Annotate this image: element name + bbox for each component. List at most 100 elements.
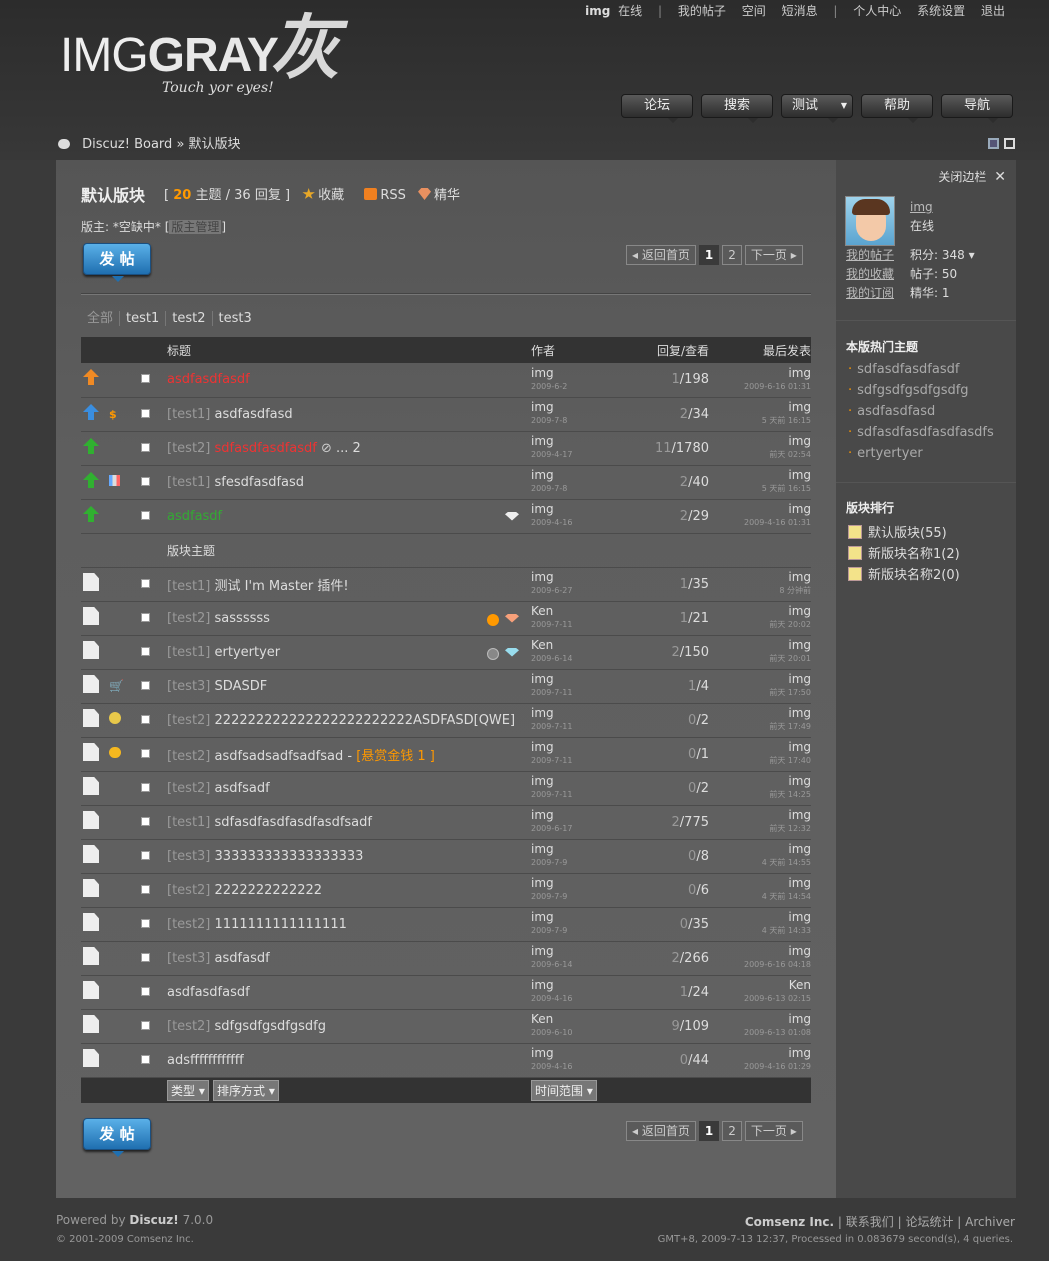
type-test1[interactable]: test1 <box>120 311 167 326</box>
thread-checkbox[interactable] <box>141 408 150 418</box>
thread-checkbox[interactable] <box>141 850 150 860</box>
table-row[interactable]: adsffffffffffff img 2009-4-16 0/44 img 2009-4… <box>81 1043 811 1078</box>
sidebar-username[interactable]: img <box>910 200 933 214</box>
footer-contact[interactable]: 联系我们 <box>846 1215 894 1229</box>
table-row[interactable]: [test1] 测试 I'm Master 插件! img 2009-6-27 1/3… <box>81 567 811 602</box>
last-post-time[interactable]: 前天 17:40 <box>711 754 811 767</box>
thread-type[interactable]: [test2] <box>167 713 210 728</box>
last-post-time[interactable]: 5 天前 16:15 <box>711 482 811 495</box>
hot-thread[interactable]: · asdfasdfasd <box>848 404 935 419</box>
thread-checkbox[interactable] <box>141 510 150 520</box>
filter-range[interactable]: 时间范围 ▾ <box>531 1079 597 1101</box>
thread-type[interactable]: [test2] <box>167 1019 210 1034</box>
thread-type[interactable]: [test2] <box>167 749 210 764</box>
thread-checkbox[interactable] <box>141 374 150 384</box>
forum-rank-item[interactable]: 新版块名称1(2) <box>848 543 960 562</box>
thread-author[interactable]: img <box>531 706 554 720</box>
thread-checkbox[interactable] <box>141 714 150 724</box>
thread-author[interactable]: Ken <box>531 604 553 618</box>
thread-title[interactable]: sdfasdfasdfasdfasdfsadf <box>215 815 372 830</box>
thread-author[interactable]: img <box>531 502 554 516</box>
thread-checkbox[interactable] <box>141 646 150 656</box>
thread-title[interactable]: 2222222222222 <box>215 883 323 898</box>
type-all[interactable]: 全部 <box>87 311 121 326</box>
hot-thread[interactable]: · sdfasdfasdfasdfasdfs <box>848 425 994 440</box>
table-row[interactable]: [test1] sdfasdfasdfasdfasdfsadf img 2009-6… <box>81 805 811 840</box>
last-post-time[interactable]: 4 天前 14:54 <box>711 890 811 903</box>
thread-title[interactable]: sassssss <box>215 611 270 626</box>
link-user-center[interactable]: 个人中心 <box>853 4 901 18</box>
filter-order[interactable]: 排序方式 ▾ <box>213 1079 279 1101</box>
link-my-posts[interactable]: 我的帖子 <box>678 4 726 18</box>
thread-title[interactable]: asdfasdfasdf <box>167 985 250 1000</box>
last-post-time[interactable]: 前天 14:25 <box>711 788 811 801</box>
digest-link[interactable]: 精华 <box>434 188 460 203</box>
thread-checkbox[interactable] <box>141 918 150 928</box>
thread-author[interactable]: img <box>531 876 554 890</box>
thread-title[interactable]: 测试 I'm Master 插件! <box>215 579 349 594</box>
thread-type[interactable]: [test2] <box>167 781 210 796</box>
filter-type[interactable]: 类型 ▾ <box>167 1079 209 1101</box>
thread-type[interactable]: [test1] <box>167 475 210 490</box>
last-post-time[interactable]: 2009-6-16 04:18 <box>711 958 811 971</box>
thread-title[interactable]: asdfasdf <box>167 509 222 524</box>
table-row[interactable]: [test2] 2222222222222 img 2009-7-9 0/6 img 4 … <box>81 873 811 908</box>
narrow-layout-icon[interactable] <box>988 138 999 149</box>
thread-checkbox[interactable] <box>141 578 150 588</box>
table-row[interactable]: [test2] 1111111111111111 img 2009-7-9 0/35 i… <box>81 907 811 942</box>
sidebar-link-posts[interactable]: 我的帖子 <box>846 246 894 263</box>
nav-help[interactable]: 帮助 <box>861 94 933 123</box>
thread-title[interactable]: sdfasdfasdfasdf <box>215 441 317 456</box>
last-post-time[interactable]: 4 天前 14:33 <box>711 924 811 937</box>
thread-author[interactable]: Ken <box>531 638 553 652</box>
wide-layout-icon[interactable] <box>1004 138 1015 149</box>
table-row[interactable]: [test2] sassssss Ken 2009-7-11 1/21 img 前天 20… <box>81 601 811 636</box>
thread-type[interactable]: [test2] <box>167 441 210 456</box>
sidebar-link-favorites[interactable]: 我的收藏 <box>846 265 894 282</box>
points[interactable]: 积分: 348 ▾ <box>910 246 975 263</box>
thread-type[interactable]: [test1] <box>167 407 210 422</box>
table-row[interactable]: [test2] sdfasdfasdfasdf ⊘ ... 2 img 2009-4… <box>81 431 811 466</box>
thread-type[interactable]: [test2] <box>167 917 210 932</box>
pager-page-1[interactable]: 1 <box>698 1121 720 1141</box>
new-post-button[interactable]: 发 帖 <box>83 243 151 282</box>
last-post-time[interactable]: 2009-6-13 02:15 <box>711 992 811 1005</box>
nav-navigate[interactable]: 导航 <box>941 94 1013 123</box>
last-poster[interactable]: img <box>788 876 811 890</box>
discuz-link[interactable]: Discuz! <box>129 1213 178 1227</box>
last-poster[interactable]: img <box>788 740 811 754</box>
thread-checkbox[interactable] <box>141 612 150 622</box>
table-row[interactable]: [test2] asdfsadf img 2009-7-11 0/2 img 前天 14:… <box>81 771 811 806</box>
moderator-manage-link[interactable]: 版主管理 <box>169 220 222 234</box>
thread-title[interactable]: asdfasdfasd <box>215 407 293 422</box>
last-post-time[interactable]: 5 天前 16:15 <box>711 414 811 427</box>
last-post-time[interactable]: 前天 02:54 <box>711 448 811 461</box>
last-poster[interactable]: img <box>788 774 811 788</box>
close-icon[interactable]: ✕ <box>994 169 1006 185</box>
last-post-time[interactable]: 前天 20:02 <box>711 618 811 631</box>
thread-checkbox[interactable] <box>141 986 150 996</box>
thread-title[interactable]: asdfsadsadfsadfsad - <box>215 749 357 764</box>
thread-title[interactable]: asdfasdfasdf <box>167 372 250 387</box>
table-row[interactable]: $ [test1] asdfasdfasd img 2009-7-8 2/34 img 5 … <box>81 397 811 432</box>
table-row[interactable]: [test1] sfesdfasdfasd img 2009-7-8 2/40 img 5… <box>81 465 811 500</box>
last-poster[interactable]: img <box>788 672 811 686</box>
pager-next[interactable]: 下一页 ▸ <box>744 1121 803 1141</box>
thread-type[interactable]: [test1] <box>167 645 210 660</box>
company-link[interactable]: Comsenz Inc. <box>745 1215 834 1229</box>
last-post-time[interactable]: 2009-6-16 01:31 <box>711 380 811 393</box>
pager-page-2[interactable]: 2 <box>722 245 742 265</box>
last-poster[interactable]: img <box>788 808 811 822</box>
last-post-time[interactable]: 2009-6-13 01:08 <box>711 1026 811 1039</box>
thread-title[interactable]: sfesdfasdfasd <box>215 475 305 490</box>
nav-search[interactable]: 搜索 <box>701 94 773 123</box>
last-poster[interactable]: img <box>788 842 811 856</box>
table-row[interactable]: [test1] ertyertyer Ken 2009-6-14 2/150 img 前天… <box>81 635 811 670</box>
last-poster[interactable]: img <box>788 468 811 482</box>
close-sidebar[interactable]: 关闭边栏 ✕ <box>938 168 1006 185</box>
pager-back[interactable]: ◂ 返回首页 <box>626 245 696 265</box>
link-settings[interactable]: 系统设置 <box>917 4 965 18</box>
thread-title[interactable]: 333333333333333333 <box>215 849 364 864</box>
forum-rank-item[interactable]: 新版块名称2(0) <box>848 564 960 583</box>
last-post-time[interactable]: 前天 17:49 <box>711 720 811 733</box>
